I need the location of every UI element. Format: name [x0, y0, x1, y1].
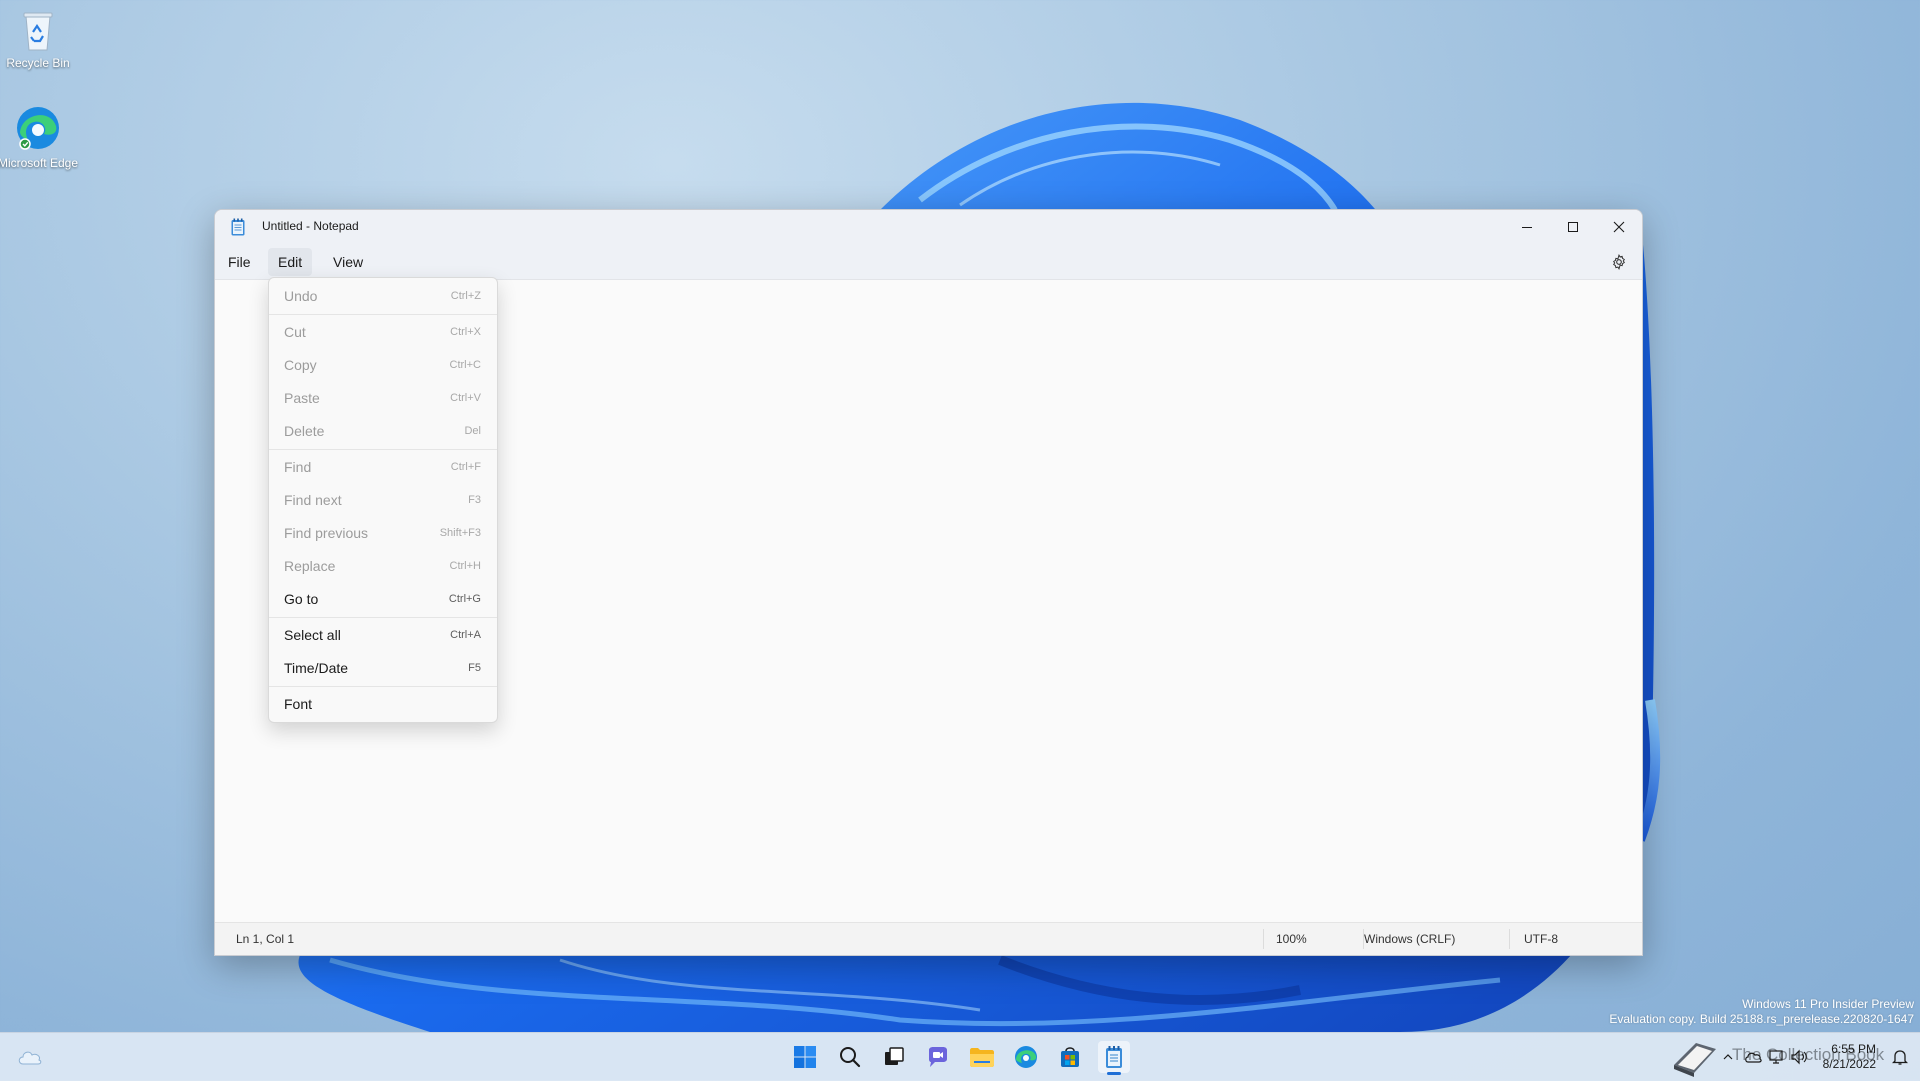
menu-item-label: Font	[284, 696, 313, 712]
menu-item-label: Find previous	[284, 525, 369, 541]
line-ending: Windows (CRLF)	[1364, 932, 1456, 946]
menu-item-label: Delete	[284, 423, 325, 439]
windows-watermark: Windows 11 Pro Insider Preview Evaluatio…	[1609, 997, 1914, 1027]
network-icon[interactable]	[1768, 1049, 1784, 1065]
clock[interactable]: 6:55 PM 8/21/2022	[1823, 1042, 1876, 1072]
menu-item-label: Find next	[284, 492, 342, 508]
folder-icon	[970, 1048, 994, 1067]
menu-item-copy[interactable]: Copy Ctrl+C	[273, 350, 493, 380]
desktop-icon-microsoft-edge[interactable]: Microsoft Edge	[0, 104, 80, 171]
maximize-icon	[1568, 222, 1578, 232]
menu-file[interactable]: File	[218, 248, 261, 276]
menu-item-cut[interactable]: Cut Ctrl+X	[273, 317, 493, 347]
close-button[interactable]	[1596, 210, 1642, 244]
system-tray: The Collection Book 6:55 PM 8/21/2022	[1664, 1033, 1920, 1081]
edge-icon	[1015, 1046, 1037, 1068]
chat-button[interactable]	[922, 1041, 954, 1073]
teams-chat-icon	[929, 1047, 947, 1067]
menu-item-label: Time/Date	[284, 660, 349, 676]
menu-item-find-next[interactable]: Find next F3	[273, 485, 493, 515]
notepad-icon	[1106, 1046, 1122, 1068]
watermark-line-1: Windows 11 Pro Insider Preview	[1742, 997, 1914, 1011]
menu-item-shortcut: Del	[464, 425, 481, 437]
menu-item-label: Paste	[284, 390, 320, 406]
edge-button[interactable]	[1010, 1041, 1042, 1073]
menu-item-label: Cut	[284, 324, 306, 340]
volume-icon[interactable]	[1790, 1049, 1808, 1065]
status-bar: Ln 1, Col 1 100% Windows (CRLF) UTF-8	[215, 922, 1642, 955]
chevron-up-icon[interactable]	[1722, 1051, 1734, 1063]
edge-icon	[17, 107, 59, 150]
zoom-level: 100%	[1276, 932, 1307, 946]
onedrive-cloud-icon[interactable]	[1744, 1050, 1762, 1064]
title-bar[interactable]: Untitled - Notepad	[215, 210, 1642, 244]
minimize-icon	[1522, 227, 1532, 228]
desktop-icon-recycle-bin[interactable]: Recycle Bin	[0, 8, 80, 71]
clock-time: 6:55 PM	[1831, 1042, 1876, 1056]
menu-item-shortcut: Ctrl+G	[448, 593, 481, 605]
clock-date: 8/21/2022	[1822, 1057, 1876, 1071]
menu-item-label: Go to	[284, 591, 319, 607]
weather-widget-button[interactable]	[14, 1041, 46, 1073]
desktop-icon-label: Microsoft Edge	[0, 156, 79, 170]
menu-item-font[interactable]: Font	[273, 689, 493, 719]
menu-item-delete[interactable]: Delete Del	[273, 416, 493, 446]
menu-item-paste[interactable]: Paste Ctrl+V	[273, 383, 493, 413]
menu-item-shortcut: Ctrl+F	[450, 461, 481, 473]
task-view-button[interactable]	[878, 1041, 910, 1073]
taskbar: The Collection Book 6:55 PM 8/21/2022	[0, 1032, 1920, 1081]
window-title: Untitled - Notepad	[262, 219, 359, 233]
menu-edit[interactable]: Edit	[268, 248, 313, 276]
task-view-icon	[885, 1047, 904, 1065]
minimize-button[interactable]	[1504, 210, 1550, 244]
menu-item-go-to[interactable]: Go to Ctrl+G	[273, 584, 493, 614]
search-button[interactable]	[834, 1041, 866, 1073]
notification-bell-icon[interactable]	[1892, 1048, 1908, 1066]
menu-item-label: Copy	[284, 357, 317, 373]
menu-item-shortcut: Ctrl+V	[450, 392, 481, 404]
menu-item-shortcut: Ctrl+C	[449, 359, 481, 371]
windows-logo-icon	[794, 1046, 816, 1068]
maximize-button[interactable]	[1550, 210, 1596, 244]
menu-view[interactable]: View	[323, 248, 373, 276]
desktop-icon-label: Recycle Bin	[6, 56, 70, 70]
menu-item-undo[interactable]: Undo Ctrl+Z	[273, 281, 493, 311]
store-icon	[1061, 1047, 1079, 1067]
menu-item-shortcut: F5	[468, 662, 481, 674]
menu-item-shortcut: Ctrl+H	[449, 560, 481, 572]
cloud-icon	[18, 1051, 42, 1065]
watermark-line-2: Evaluation copy. Build 25188.rs_prerelea…	[1609, 1012, 1914, 1026]
menu-item-shortcut: Ctrl+A	[450, 629, 481, 641]
menu-item-shortcut: F3	[468, 494, 481, 506]
menu-item-replace[interactable]: Replace Ctrl+H	[273, 551, 493, 581]
menu-item-shortcut: Shift+F3	[439, 527, 481, 539]
start-button[interactable]	[789, 1041, 821, 1073]
microsoft-store-button[interactable]	[1054, 1041, 1086, 1073]
search-icon	[840, 1047, 861, 1068]
menu-item-label: Find	[284, 459, 312, 475]
book-logo-icon	[1674, 1043, 1716, 1077]
notepad-app-icon	[231, 218, 245, 236]
recycle-bin-icon	[23, 12, 53, 51]
close-icon	[1613, 221, 1625, 233]
menu-item-label: Replace	[284, 558, 336, 574]
menu-item-find[interactable]: Find Ctrl+F	[273, 452, 493, 482]
gear-icon	[1613, 254, 1625, 270]
encoding: UTF-8	[1524, 932, 1558, 946]
menu-item-shortcut: Ctrl+Z	[450, 290, 481, 302]
menu-item-time-date[interactable]: Time/Date F5	[273, 653, 493, 683]
edit-menu-dropdown: Undo Ctrl+Z Cut Ctrl+X Copy Ctrl+C Paste…	[268, 277, 498, 723]
menu-bar: File Edit View	[215, 244, 1642, 280]
notepad-taskbar-button[interactable]	[1098, 1041, 1130, 1075]
menu-item-select-all[interactable]: Select all Ctrl+A	[273, 620, 493, 650]
cursor-position: Ln 1, Col 1	[236, 932, 295, 946]
file-explorer-button[interactable]	[966, 1041, 998, 1073]
menu-item-label: Select all	[284, 627, 341, 643]
menu-item-shortcut: Ctrl+X	[450, 326, 481, 338]
settings-button[interactable]	[1608, 251, 1630, 273]
menu-item-label: Undo	[284, 288, 318, 304]
menu-item-find-previous[interactable]: Find previous Shift+F3	[273, 518, 493, 548]
